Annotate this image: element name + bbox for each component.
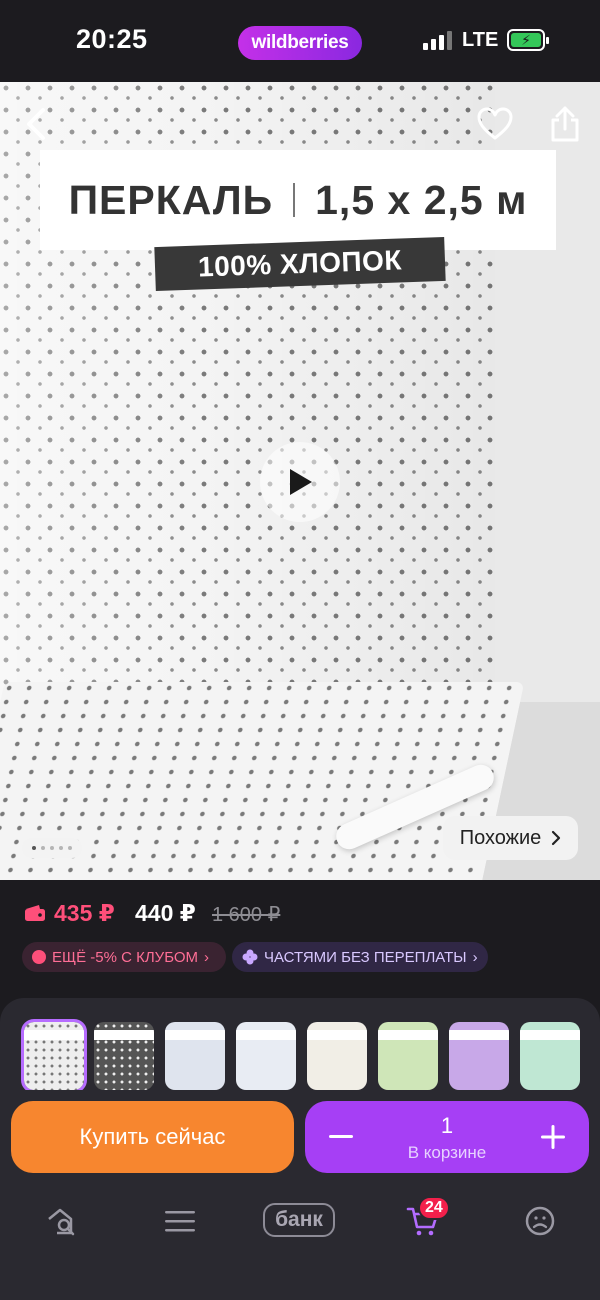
carousel-dot xyxy=(59,846,63,850)
buy-now-button[interactable]: Купить сейчас xyxy=(11,1101,294,1173)
club-discount-chip[interactable]: ЕЩЁ -5% С КЛУБОМ › xyxy=(22,942,226,972)
action-bar: Купить сейчас 1 В корзине xyxy=(0,1090,600,1186)
nav-catalog[interactable] xyxy=(155,1198,205,1244)
bottom-navigation: банк 24 xyxy=(0,1186,600,1300)
cart-quantity-control: 1 В корзине xyxy=(305,1101,589,1173)
favorite-button[interactable] xyxy=(473,102,517,146)
nav-profile[interactable] xyxy=(515,1198,565,1244)
clover-icon xyxy=(242,949,258,965)
signal-icon xyxy=(423,30,453,50)
installments-chip[interactable]: ЧАСТЯМИ БЕЗ ПЕРЕПЛАТЫ › xyxy=(232,942,488,972)
product-title-card: ПЕРКАЛЬ 1,5 х 2,5 м xyxy=(40,150,556,250)
status-bar: 20:25 wildberries LTE ⚡ xyxy=(0,0,600,82)
current-price: 440 ₽ xyxy=(135,900,196,926)
profile-icon xyxy=(525,1206,555,1236)
club-icon xyxy=(32,950,46,964)
chevron-right-icon: › xyxy=(204,948,210,966)
variant-thumbnail[interactable] xyxy=(21,1019,87,1093)
similar-button[interactable]: Похожие xyxy=(443,816,578,860)
variant-thumbnail[interactable] xyxy=(236,1022,296,1090)
play-icon xyxy=(290,469,312,495)
status-time: 20:25 xyxy=(76,24,148,54)
battery-icon: ⚡ xyxy=(507,29,549,51)
title-left: ПЕРКАЛЬ xyxy=(68,176,274,223)
variant-thumbnail[interactable] xyxy=(165,1022,225,1090)
variant-thumbnail[interactable] xyxy=(520,1022,580,1090)
nav-home[interactable] xyxy=(36,1198,86,1244)
menu-icon xyxy=(165,1211,195,1232)
carousel-dot xyxy=(41,846,45,850)
wallet-icon xyxy=(25,905,45,921)
similar-label: Похожие xyxy=(459,826,542,849)
variant-thumbnail[interactable] xyxy=(94,1022,154,1090)
variant-thumbnail[interactable] xyxy=(307,1022,367,1090)
chevron-right-icon: › xyxy=(472,948,478,966)
play-video-button[interactable] xyxy=(260,442,340,522)
title-right: 1,5 х 2,5 м xyxy=(315,176,528,223)
back-button[interactable] xyxy=(14,102,58,146)
chevron-left-icon xyxy=(27,108,45,140)
variant-thumbnail[interactable] xyxy=(449,1022,509,1090)
old-price: 1 600 ₽ xyxy=(212,904,281,926)
installments-chip-label: ЧАСТЯМИ БЕЗ ПЕРЕПЛАТЫ xyxy=(264,948,467,966)
share-icon xyxy=(551,106,579,142)
home-search-icon xyxy=(48,1208,75,1236)
wallet-price: 435 ₽ xyxy=(54,900,115,926)
network-label: LTE xyxy=(462,29,499,51)
carousel-dot xyxy=(50,846,54,850)
plus-icon xyxy=(541,1125,565,1149)
carousel-dot xyxy=(32,846,36,850)
title-separator xyxy=(293,183,296,217)
product-gallery[interactable]: ПЕРКАЛЬ 1,5 х 2,5 м 100% ХЛОПОК Похожие xyxy=(0,82,600,880)
brand-pill: wildberries xyxy=(238,26,362,60)
club-chip-label: ЕЩЁ -5% С КЛУБОМ xyxy=(52,948,199,966)
cart-count-badge: 24 xyxy=(418,1196,450,1220)
increase-quantity-button[interactable] xyxy=(535,1119,571,1155)
share-button[interactable] xyxy=(543,102,587,146)
price-panel: 435 ₽ 440 ₽ 1 600 ₽ ЕЩЁ -5% С КЛУБОМ › Ч… xyxy=(0,880,600,990)
nav-bank[interactable]: банк xyxy=(263,1203,335,1237)
chevron-right-icon xyxy=(552,830,561,846)
carousel-indicator xyxy=(22,838,82,858)
variant-thumbnails[interactable] xyxy=(0,998,600,1098)
carousel-dot xyxy=(68,846,72,850)
variant-thumbnail[interactable] xyxy=(378,1022,438,1090)
heart-icon xyxy=(477,107,513,140)
